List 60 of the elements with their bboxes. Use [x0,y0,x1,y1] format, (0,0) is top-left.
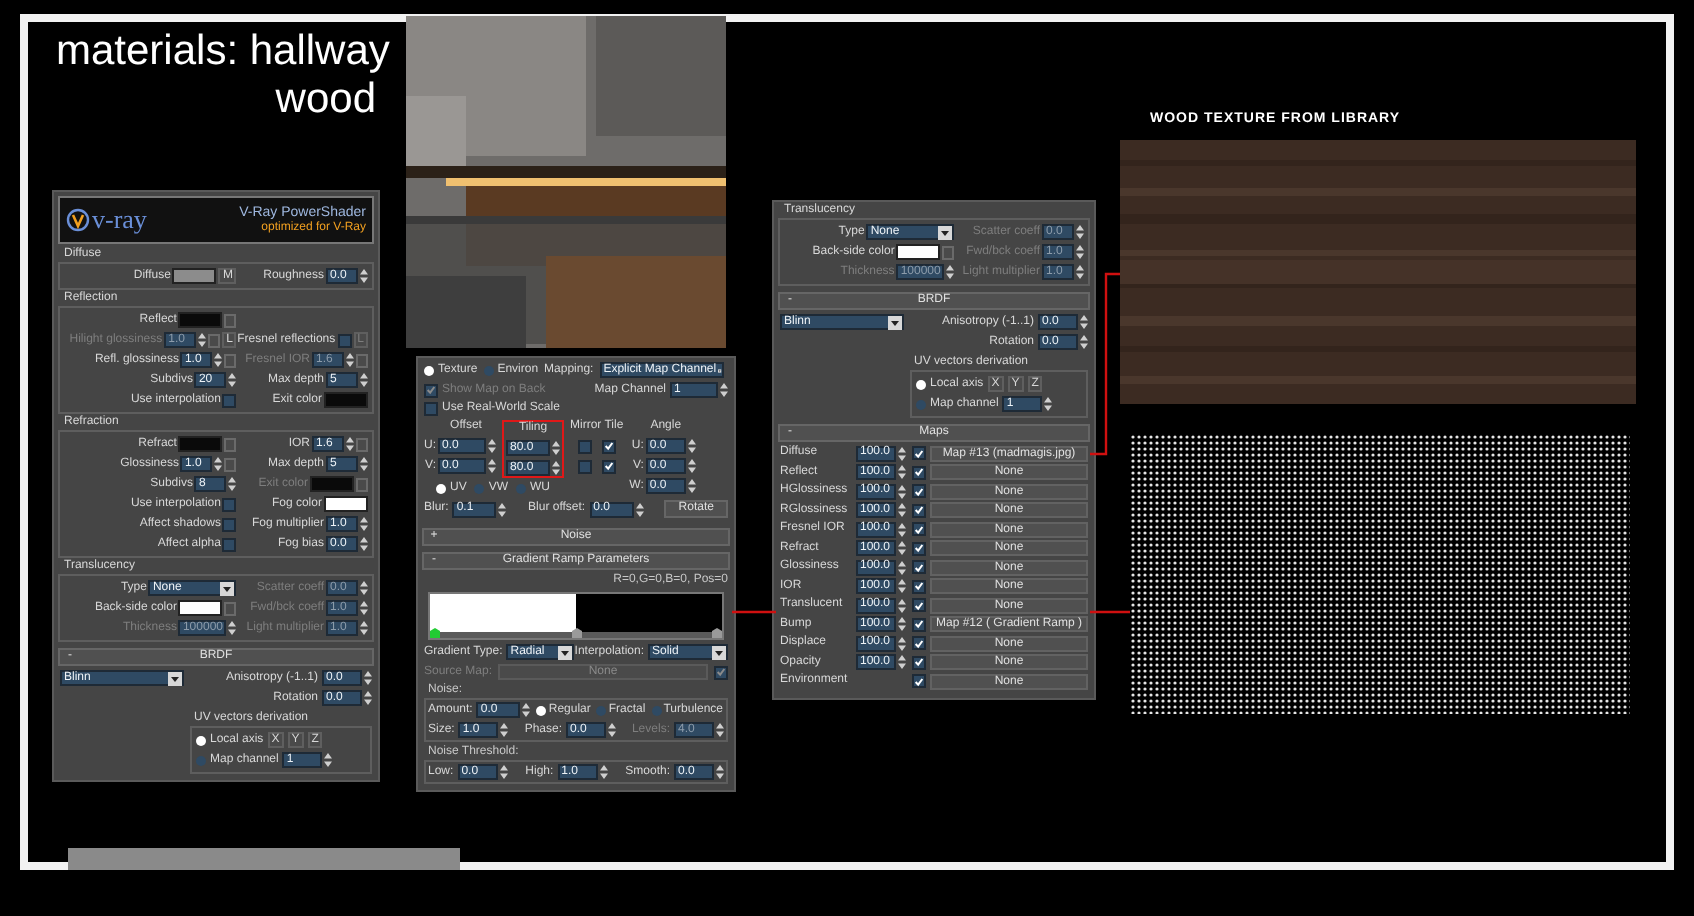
checkbox[interactable] [912,655,926,670]
radio-button[interactable] [474,484,485,494]
radio-button[interactable] [436,484,446,494]
caret-icon [888,315,902,329]
radio-button[interactable] [596,705,607,715]
checkbox[interactable] [222,497,237,511]
checkbox[interactable] [912,522,926,537]
radio-button[interactable] [483,365,494,375]
checkbox[interactable] [912,579,926,594]
checkbox[interactable] [912,446,926,461]
color-swatch[interactable] [178,600,223,616]
leader-line [1090,610,1130,614]
caret-icon [938,225,953,239]
checkbox[interactable] [912,617,926,632]
checkbox[interactable] [222,517,237,531]
checkbox[interactable] [601,439,616,453]
color-swatch[interactable] [172,268,217,284]
radio-button[interactable] [196,735,206,745]
color-swatch[interactable] [323,496,368,512]
caret-icon [712,645,726,659]
checkbox[interactable] [577,459,592,473]
radio-button[interactable] [536,705,547,715]
checkbox[interactable] [222,393,237,407]
flag-marker-icon[interactable] [712,628,722,638]
checkbox[interactable] [424,402,438,416]
checkbox[interactable] [912,560,926,575]
gradient-ramp[interactable] [428,592,724,640]
logo-icon [66,208,90,232]
color-swatch[interactable] [896,244,941,260]
leader-line [732,610,776,614]
flag-marker-icon[interactable] [571,628,581,638]
checkbox[interactable] [912,541,926,556]
color-swatch[interactable] [178,436,223,452]
caret-icon [718,363,722,377]
caret-icon [220,581,235,595]
checkbox[interactable] [912,484,926,499]
checkbox[interactable] [222,537,237,551]
radio-button[interactable] [916,379,926,389]
radio-button[interactable] [424,365,434,375]
checkbox[interactable] [912,598,926,613]
board-title: materials: hallway [56,28,390,76]
radio-button[interactable] [516,484,527,494]
checkbox[interactable] [577,439,592,453]
logo-text: v-ray [92,206,147,234]
checkbox[interactable] [714,665,728,679]
radio-button[interactable] [196,755,206,765]
radio-button[interactable] [651,705,662,715]
checkbox[interactable] [912,636,926,651]
flag-marker-icon[interactable] [430,628,440,638]
board-title: wood [275,76,378,124]
radio-button[interactable] [916,399,926,409]
caret-icon [168,671,182,685]
color-swatch[interactable] [323,392,368,408]
checkbox[interactable] [912,503,926,518]
color-swatch[interactable] [178,312,223,328]
checkbox[interactable] [912,674,926,689]
checkbox[interactable] [337,333,352,347]
caret-icon [558,645,573,659]
checkbox[interactable] [601,459,616,473]
checkbox[interactable] [912,465,926,480]
